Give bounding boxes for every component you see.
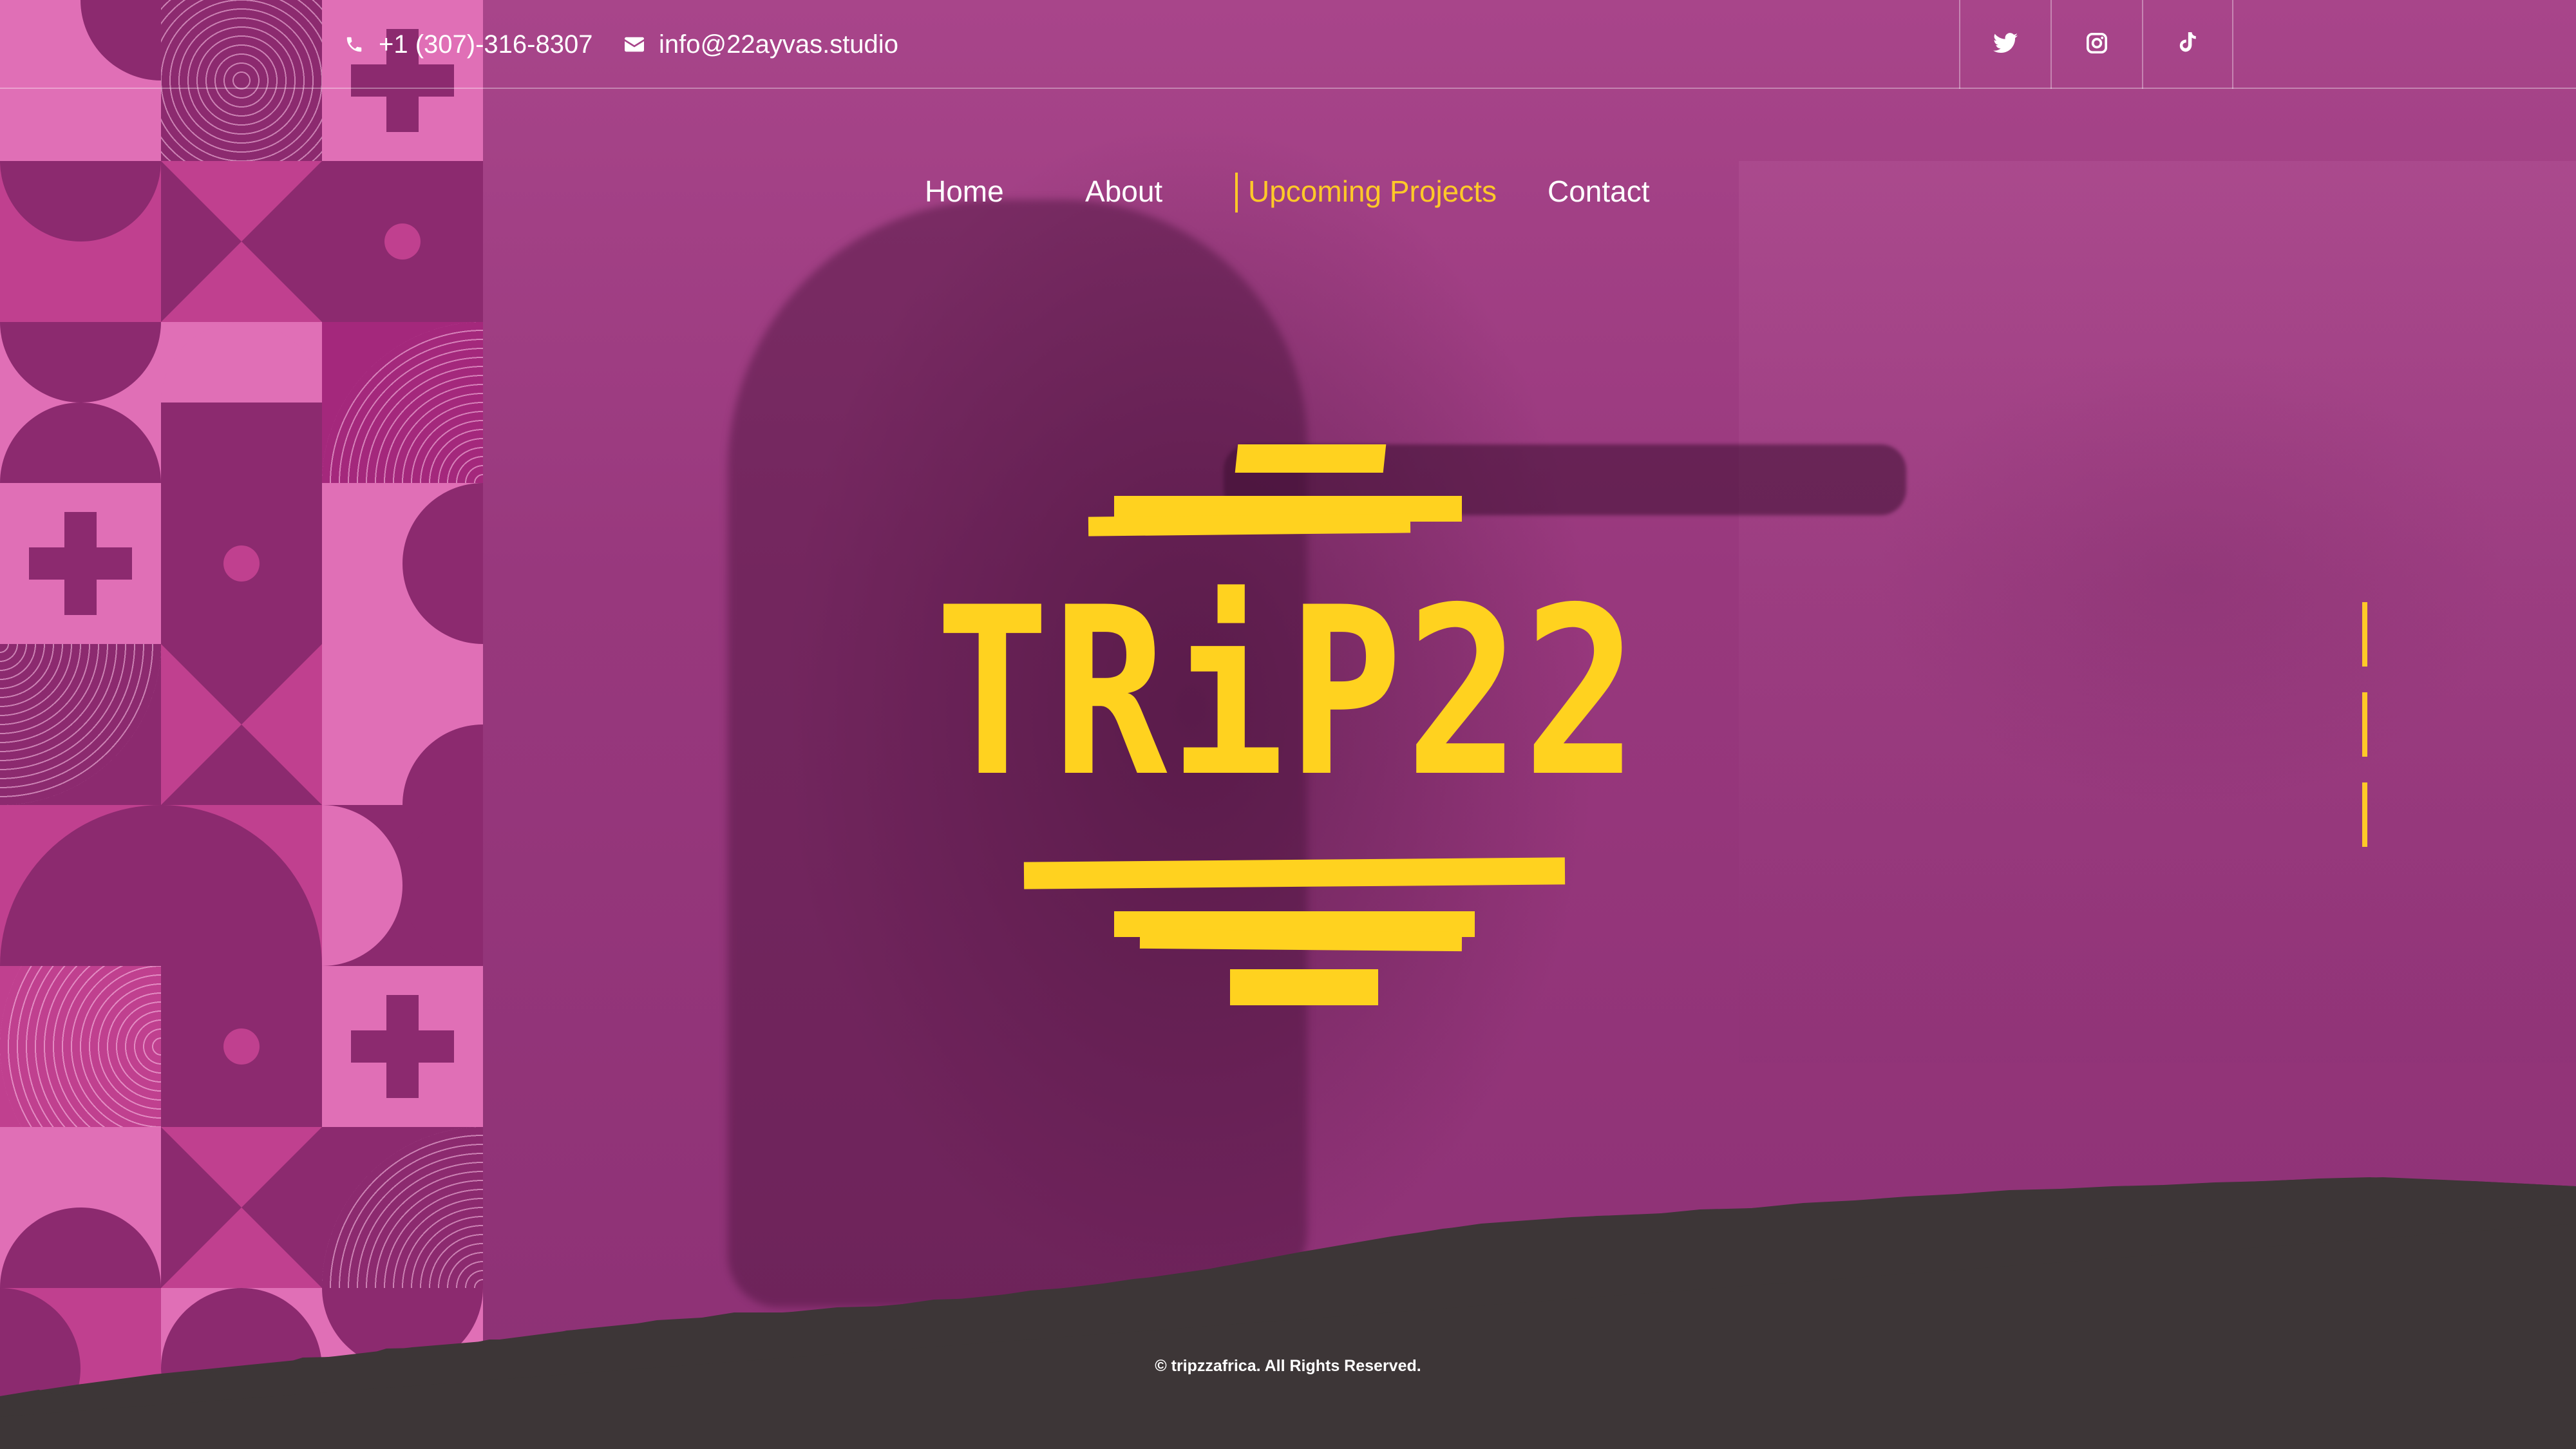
copyright-text: © tripzzafrica. All Rights Reserved. <box>1155 1357 1421 1375</box>
footer-torn-edge <box>0 1177 2576 1449</box>
